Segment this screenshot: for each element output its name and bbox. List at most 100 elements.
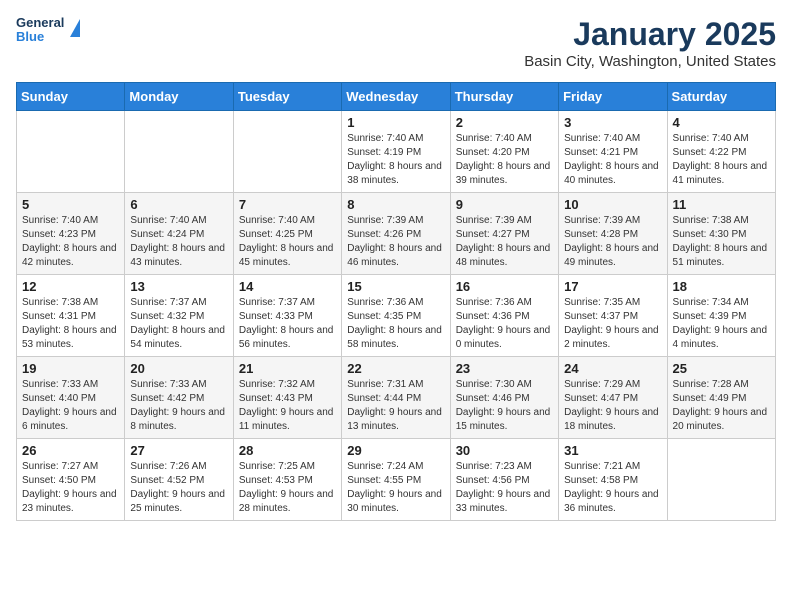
cell-info: Sunrise: 7:27 AM Sunset: 4:50 PM Dayligh…	[22, 460, 119, 516]
cell-info: Sunrise: 7:29 AM Sunset: 4:47 PM Dayligh…	[564, 378, 661, 434]
calendar-cell: 18 Sunrise: 7:34 AM Sunset: 4:39 PM Dayli…	[667, 275, 775, 357]
day-of-week-header: Saturday	[667, 83, 775, 111]
calendar-cell: 29Sunrise: 7:24 AM Sunset: 4:55 PM Dayli…	[342, 439, 450, 521]
logo: General Blue	[16, 16, 80, 45]
calendar-subtitle: Basin City, Washington, United States	[524, 53, 776, 70]
calendar-week-row: 1Sunrise: 7:40 AM Sunset: 4:19 PM Daylig…	[17, 111, 776, 193]
day-number: 31	[564, 443, 661, 458]
calendar-cell: 8 Sunrise: 7:39 AM Sunset: 4:26 PM Daylig…	[342, 193, 450, 275]
cell-info: Sunrise: 7:38 AM Sunset: 4:30 PM Dayligh…	[673, 214, 770, 270]
calendar-cell	[667, 439, 775, 521]
cell-info: Sunrise: 7:30 AM Sunset: 4:46 PM Dayligh…	[456, 378, 553, 434]
day-number: 5	[22, 197, 119, 212]
calendar-cell: 25 Sunrise: 7:28 AM Sunset: 4:49 PM Dayli…	[667, 357, 775, 439]
day-of-week-header: Monday	[125, 83, 233, 111]
calendar-cell	[17, 111, 125, 193]
day-number: 28	[239, 443, 336, 458]
day-of-week-header: Friday	[559, 83, 667, 111]
day-number: 13	[130, 279, 227, 294]
calendar-cell: 9 Sunrise: 7:39 AM Sunset: 4:27 PM Daylig…	[450, 193, 558, 275]
cell-info: Sunrise: 7:39 AM Sunset: 4:28 PM Dayligh…	[564, 214, 661, 270]
calendar-title: January 2025	[524, 16, 776, 53]
day-number: 27	[130, 443, 227, 458]
cell-info: Sunrise: 7:23 AM Sunset: 4:56 PM Dayligh…	[456, 460, 553, 516]
calendar-cell: 20 Sunrise: 7:33 AM Sunset: 4:42 PM Dayli…	[125, 357, 233, 439]
calendar-cell: 13 Sunrise: 7:37 AM Sunset: 4:32 PM Dayli…	[125, 275, 233, 357]
cell-info: Sunrise: 7:36 AM Sunset: 4:36 PM Dayligh…	[456, 296, 553, 352]
day-number: 25	[673, 361, 770, 376]
logo-triangle-icon	[70, 19, 80, 37]
day-number: 17	[564, 279, 661, 294]
cell-info: Sunrise: 7:21 AM Sunset: 4:58 PM Dayligh…	[564, 460, 661, 516]
day-number: 18	[673, 279, 770, 294]
cell-info: Sunrise: 7:39 AM Sunset: 4:26 PM Dayligh…	[347, 214, 444, 270]
cell-info: Sunrise: 7:39 AM Sunset: 4:27 PM Dayligh…	[456, 214, 553, 270]
day-number: 7	[239, 197, 336, 212]
day-number: 9	[456, 197, 553, 212]
cell-info: Sunrise: 7:32 AM Sunset: 4:43 PM Dayligh…	[239, 378, 336, 434]
day-of-week-header: Wednesday	[342, 83, 450, 111]
calendar-cell: 22 Sunrise: 7:31 AM Sunset: 4:44 PM Dayli…	[342, 357, 450, 439]
calendar-week-row: 26Sunrise: 7:27 AM Sunset: 4:50 PM Dayli…	[17, 439, 776, 521]
calendar-table: SundayMondayTuesdayWednesdayThursdayFrid…	[16, 82, 776, 521]
calendar-cell: 2 Sunrise: 7:40 AM Sunset: 4:20 PM Daylig…	[450, 111, 558, 193]
calendar-header-row: SundayMondayTuesdayWednesdayThursdayFrid…	[17, 83, 776, 111]
day-number: 23	[456, 361, 553, 376]
calendar-week-row: 19Sunrise: 7:33 AM Sunset: 4:40 PM Dayli…	[17, 357, 776, 439]
calendar-cell: 12 Sunrise: 7:38 AM Sunset: 4:31 PM Dayli…	[17, 275, 125, 357]
logo-line1: General	[16, 16, 64, 30]
calendar-cell: 1Sunrise: 7:40 AM Sunset: 4:19 PM Daylig…	[342, 111, 450, 193]
calendar-header: SundayMondayTuesdayWednesdayThursdayFrid…	[17, 83, 776, 111]
calendar-cell: 19Sunrise: 7:33 AM Sunset: 4:40 PM Dayli…	[17, 357, 125, 439]
cell-info: Sunrise: 7:24 AM Sunset: 4:55 PM Dayligh…	[347, 460, 444, 516]
cell-info: Sunrise: 7:37 AM Sunset: 4:33 PM Dayligh…	[239, 296, 336, 352]
cell-info: Sunrise: 7:36 AM Sunset: 4:35 PM Dayligh…	[347, 296, 444, 352]
day-number: 11	[673, 197, 770, 212]
day-number: 6	[130, 197, 227, 212]
title-area: January 2025 Basin City, Washington, Uni…	[524, 16, 776, 70]
cell-info: Sunrise: 7:40 AM Sunset: 4:24 PM Dayligh…	[130, 214, 227, 270]
calendar-cell: 28 Sunrise: 7:25 AM Sunset: 4:53 PM Dayli…	[233, 439, 341, 521]
cell-info: Sunrise: 7:33 AM Sunset: 4:42 PM Dayligh…	[130, 378, 227, 434]
day-number: 4	[673, 115, 770, 130]
day-number: 24	[564, 361, 661, 376]
cell-info: Sunrise: 7:31 AM Sunset: 4:44 PM Dayligh…	[347, 378, 444, 434]
calendar-body: 1Sunrise: 7:40 AM Sunset: 4:19 PM Daylig…	[17, 111, 776, 521]
day-number: 19	[22, 361, 119, 376]
cell-info: Sunrise: 7:40 AM Sunset: 4:20 PM Dayligh…	[456, 132, 553, 188]
calendar-cell: 7Sunrise: 7:40 AM Sunset: 4:25 PM Daylig…	[233, 193, 341, 275]
logo-line2: Blue	[16, 30, 64, 44]
calendar-cell	[233, 111, 341, 193]
calendar-cell: 6 Sunrise: 7:40 AM Sunset: 4:24 PM Daylig…	[125, 193, 233, 275]
day-number: 2	[456, 115, 553, 130]
cell-info: Sunrise: 7:28 AM Sunset: 4:49 PM Dayligh…	[673, 378, 770, 434]
day-number: 12	[22, 279, 119, 294]
day-of-week-header: Sunday	[17, 83, 125, 111]
day-number: 3	[564, 115, 661, 130]
day-of-week-header: Tuesday	[233, 83, 341, 111]
calendar-cell: 11 Sunrise: 7:38 AM Sunset: 4:30 PM Dayli…	[667, 193, 775, 275]
calendar-week-row: 5Sunrise: 7:40 AM Sunset: 4:23 PM Daylig…	[17, 193, 776, 275]
calendar-cell: 31 Sunrise: 7:21 AM Sunset: 4:58 PM Dayli…	[559, 439, 667, 521]
cell-info: Sunrise: 7:37 AM Sunset: 4:32 PM Dayligh…	[130, 296, 227, 352]
cell-info: Sunrise: 7:25 AM Sunset: 4:53 PM Dayligh…	[239, 460, 336, 516]
calendar-cell: 26Sunrise: 7:27 AM Sunset: 4:50 PM Dayli…	[17, 439, 125, 521]
calendar-cell: 16Sunrise: 7:36 AM Sunset: 4:36 PM Dayli…	[450, 275, 558, 357]
calendar-cell: 23 Sunrise: 7:30 AM Sunset: 4:46 PM Dayli…	[450, 357, 558, 439]
day-number: 8	[347, 197, 444, 212]
day-number: 30	[456, 443, 553, 458]
day-number: 20	[130, 361, 227, 376]
calendar-cell: 27 Sunrise: 7:26 AM Sunset: 4:52 PM Dayli…	[125, 439, 233, 521]
calendar-cell: 21Sunrise: 7:32 AM Sunset: 4:43 PM Dayli…	[233, 357, 341, 439]
calendar-cell: 15Sunrise: 7:36 AM Sunset: 4:35 PM Dayli…	[342, 275, 450, 357]
cell-info: Sunrise: 7:40 AM Sunset: 4:22 PM Dayligh…	[673, 132, 770, 188]
day-number: 22	[347, 361, 444, 376]
day-of-week-header: Thursday	[450, 83, 558, 111]
cell-info: Sunrise: 7:38 AM Sunset: 4:31 PM Dayligh…	[22, 296, 119, 352]
calendar-cell: 4 Sunrise: 7:40 AM Sunset: 4:22 PM Daylig…	[667, 111, 775, 193]
page-header: General Blue January 2025 Basin City, Wa…	[16, 16, 776, 70]
calendar-cell: 10Sunrise: 7:39 AM Sunset: 4:28 PM Dayli…	[559, 193, 667, 275]
cell-info: Sunrise: 7:34 AM Sunset: 4:39 PM Dayligh…	[673, 296, 770, 352]
calendar-cell: 5Sunrise: 7:40 AM Sunset: 4:23 PM Daylig…	[17, 193, 125, 275]
cell-info: Sunrise: 7:26 AM Sunset: 4:52 PM Dayligh…	[130, 460, 227, 516]
